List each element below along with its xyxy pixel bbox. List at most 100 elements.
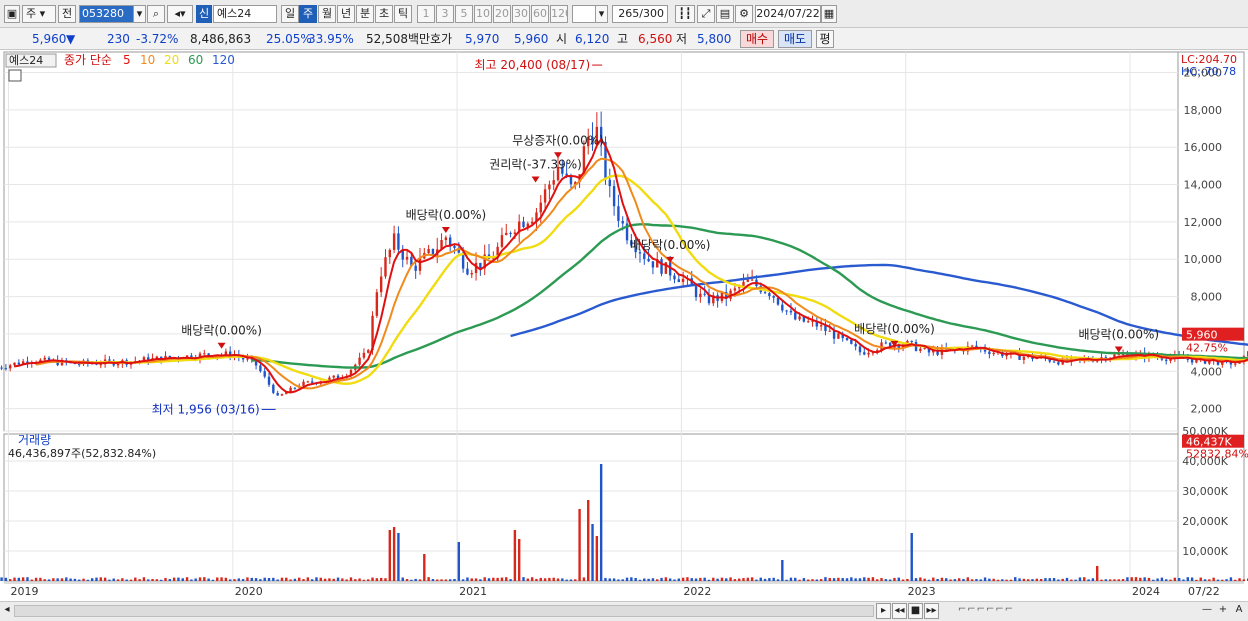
tool-icons[interactable]: ⌐⌐⌐⌐⌐⌐: [950, 603, 1022, 619]
period-button-2[interactable]: 월: [318, 5, 336, 23]
volume-bar: [1208, 579, 1211, 581]
volume-bar: [237, 578, 241, 581]
volume-bar: [517, 539, 521, 581]
percent-1: 25.05%: [266, 32, 312, 46]
prev-button[interactable]: 전: [58, 5, 76, 23]
interval-button-120[interactable]: 120: [550, 5, 568, 23]
stock-chart[interactable]: 20,00018,00016,00014,00012,00010,0008,00…: [0, 50, 1248, 601]
nav-button-1[interactable]: ◂◂: [892, 603, 907, 619]
calendar-icon[interactable]: ▦: [821, 5, 837, 23]
zoom-button-2[interactable]: A: [1232, 603, 1246, 619]
volume-bar: [56, 578, 59, 581]
volume-bar: [970, 579, 974, 581]
interval-button-5[interactable]: 5: [455, 5, 473, 23]
volume-bar: [957, 578, 961, 581]
market-select[interactable]: 주 ▾: [22, 5, 56, 23]
legend-prefix: 종가 단순: [64, 53, 112, 67]
volume-bar: [367, 579, 370, 581]
zoom-button-1[interactable]: +: [1216, 603, 1230, 619]
volume-bar: [893, 577, 896, 581]
period-button-6[interactable]: 틱: [394, 5, 412, 23]
horizontal-scrollbar[interactable]: [14, 605, 874, 617]
candle-body: [453, 246, 456, 248]
volume-bar: [1169, 579, 1172, 581]
candle-body: [0, 367, 3, 369]
candle-body: [772, 296, 775, 298]
interval-button-30[interactable]: 30: [512, 5, 530, 23]
candle-body: [384, 257, 387, 277]
volume-bar: [979, 579, 982, 581]
volume-bar: [289, 579, 292, 581]
interval-button-20[interactable]: 20: [493, 5, 511, 23]
nav-button-2[interactable]: ■: [908, 603, 923, 619]
nav-button-3[interactable]: ▸▸: [924, 603, 939, 619]
zoom-button-0[interactable]: —: [1200, 603, 1214, 619]
volume-bar: [483, 577, 486, 581]
period-button-0[interactable]: 일: [281, 5, 299, 23]
volume-bar: [500, 577, 504, 581]
volume-bar: [9, 579, 12, 581]
event-annotation: 배당락(0.00%): [1078, 327, 1159, 341]
trade-amount: 52,508백만: [366, 32, 431, 46]
volume-bar: [992, 578, 995, 581]
interval-button-1[interactable]: 1: [417, 5, 435, 23]
candle-body: [379, 276, 383, 293]
x-tick-label: 07/22: [1188, 585, 1220, 598]
volume-bar: [599, 464, 603, 581]
volume-bar: [250, 577, 253, 581]
chevron-down-icon: ▾: [39, 7, 46, 20]
speaker-icon[interactable]: ◂▾: [167, 5, 193, 23]
candle-body: [1190, 359, 1194, 363]
nav-button-0[interactable]: ▸: [876, 603, 891, 619]
candle-body: [763, 292, 767, 294]
period-button-4[interactable]: 분: [356, 5, 374, 23]
count-field[interactable]: 265/300: [612, 5, 668, 23]
candle-body: [660, 259, 663, 274]
volume-bar: [194, 578, 197, 581]
stock-name-field[interactable]: 예스24: [213, 5, 277, 23]
candle-body: [807, 321, 810, 323]
sell-button[interactable]: 매도: [778, 30, 812, 48]
volume-bar: [1212, 577, 1215, 581]
period-button-1[interactable]: 주: [299, 5, 317, 23]
date-field[interactable]: 2024/07/22: [755, 5, 821, 23]
save-icon[interactable]: ▤: [716, 5, 734, 23]
buy-button[interactable]: 매수: [740, 30, 774, 48]
interval-button-3[interactable]: 3: [436, 5, 454, 23]
blank-dropdown-icon[interactable]: ▾: [595, 5, 608, 23]
volume-bar: [750, 577, 754, 581]
period-button-5[interactable]: 초: [375, 5, 393, 23]
volume-bar: [263, 577, 266, 581]
volume-bar: [1221, 579, 1224, 581]
high-annotation: 최고 20,400 (08/17): [474, 58, 590, 72]
period-button-3[interactable]: 년: [337, 5, 355, 23]
ask-price-1: 5,970: [465, 32, 500, 46]
volume-bar: [763, 578, 767, 581]
ask-label: 호가: [430, 32, 453, 46]
scroll-left-icon[interactable]: ◂: [2, 603, 12, 619]
interval-button-10[interactable]: 10: [474, 5, 492, 23]
volume-bar: [591, 524, 594, 581]
candle-icon[interactable]: ┇┇: [675, 5, 695, 23]
code-dropdown-icon[interactable]: ▾: [133, 5, 146, 23]
gear-icon[interactable]: ⚙: [735, 5, 753, 23]
interval-button-60[interactable]: 60: [531, 5, 549, 23]
candle-body: [677, 279, 680, 282]
current-price-label: 5,960: [1186, 329, 1218, 342]
event-annotation: 배당락(0.00%): [630, 238, 711, 252]
candle-body: [1234, 363, 1237, 365]
candle-body: [992, 352, 995, 355]
draw-icon[interactable]: ⤢: [697, 5, 715, 23]
volume-bar: [1203, 579, 1207, 581]
volume-bar: [1113, 579, 1116, 581]
volume-bar: [461, 579, 465, 581]
layout-icon[interactable]: ▣: [4, 5, 20, 23]
volume-bar: [492, 577, 495, 581]
count-value: 265: [618, 7, 640, 20]
search-icon[interactable]: ⌕: [147, 5, 165, 23]
candle-body: [794, 312, 797, 320]
stock-code-input[interactable]: 053280: [79, 5, 139, 23]
eval-button[interactable]: 평: [816, 30, 834, 48]
candle-body: [638, 252, 642, 254]
volume-bar: [457, 542, 461, 581]
